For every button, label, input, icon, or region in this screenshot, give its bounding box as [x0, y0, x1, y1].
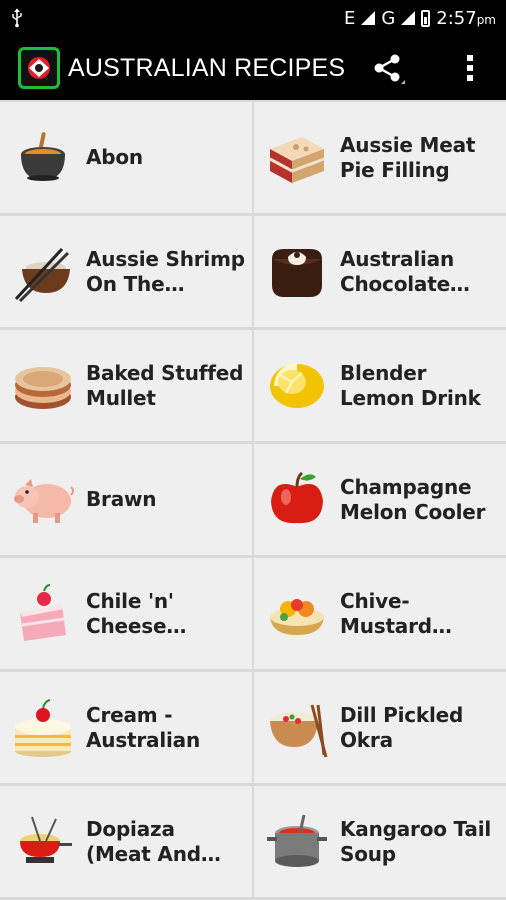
battery-icon: [421, 9, 431, 27]
pancakes-icon: [10, 353, 76, 419]
recipe-card[interactable]: Cream - Australian: [0, 672, 252, 783]
signal-icon: [361, 11, 376, 25]
recipe-label: Aussie Meat Pie Filling: [340, 132, 476, 182]
app-bar: AUSTRALIAN RECIPES: [0, 36, 506, 100]
clock: 2:57pm: [436, 7, 496, 29]
status-bar: E G 2:57pm: [0, 0, 506, 36]
noodle-bowl-icon: [264, 695, 330, 761]
stock-pot-icon: [264, 809, 330, 875]
apple-icon: [264, 467, 330, 533]
recipe-label: Blender Lemon Drink: [340, 360, 481, 410]
recipe-card[interactable]: Champagne Melon Cooler: [254, 444, 506, 555]
fruit-tart-icon: [264, 581, 330, 647]
cream-cake-icon: [10, 695, 76, 761]
app-logo-mark: [28, 57, 50, 79]
signal-icon-2: [401, 11, 416, 25]
rice-bowl-icon: [10, 239, 76, 305]
recipe-label: Dill Pickled Okra: [340, 702, 464, 752]
recipe-card[interactable]: Dill Pickled Okra: [254, 672, 506, 783]
recipe-label: Kangaroo Tail Soup: [340, 816, 492, 866]
recipe-grid: Abon Aussie Meat Pie Filling Aussie Shri…: [0, 100, 506, 897]
recipe-label: Baked Stuffed Mullet: [86, 360, 244, 410]
recipe-label: Dopiaza (Meat And Onion…: [86, 816, 201, 866]
recipe-label: Australian Chocolate…: [340, 246, 470, 296]
recipe-card[interactable]: Chile 'n' Cheese Breakfast…: [0, 558, 252, 669]
recipe-card[interactable]: Baked Stuffed Mullet: [0, 330, 252, 441]
overflow-menu-button[interactable]: [450, 48, 490, 88]
cake-slice-icon: [264, 125, 330, 191]
network-type-label: E: [343, 7, 356, 29]
status-left: [10, 8, 24, 28]
recipe-label: Champagne Melon Cooler: [340, 474, 486, 524]
network-type-label-2: G: [381, 7, 396, 29]
recipe-card[interactable]: Brawn: [0, 444, 252, 555]
recipe-label: Aussie Shrimp On The Barbie…: [86, 246, 245, 296]
recipe-card[interactable]: Blender Lemon Drink: [254, 330, 506, 441]
recipe-card[interactable]: Kangaroo Tail Soup: [254, 786, 506, 897]
recipe-card[interactable]: Abon: [0, 102, 252, 213]
recipe-label: Brawn: [86, 487, 157, 511]
chocolate-icon: [264, 239, 330, 305]
lemon-icon: [264, 353, 330, 419]
pig-icon: [10, 467, 76, 533]
status-right: E G 2:57pm: [344, 8, 496, 29]
usb-icon: [12, 8, 22, 28]
fondue-pot-icon: [10, 809, 76, 875]
more-vert-icon: [467, 55, 473, 81]
recipe-card[interactable]: Chive-Mustard Potato Salad…: [254, 558, 506, 669]
share-icon: [374, 54, 405, 84]
recipe-label: Chive-Mustard Potato Salad…: [340, 588, 432, 638]
app-title: AUSTRALIAN RECIPES: [68, 53, 346, 82]
recipe-card[interactable]: Australian Chocolate…: [254, 216, 506, 327]
recipe-card[interactable]: Aussie Shrimp On The Barbie…: [0, 216, 252, 327]
share-button[interactable]: [368, 48, 408, 88]
strawberry-cake-icon: [10, 581, 76, 647]
app-logo-icon[interactable]: [18, 47, 60, 89]
recipe-card[interactable]: Aussie Meat Pie Filling: [254, 102, 506, 213]
soup-pot-icon: [10, 125, 76, 191]
recipe-card[interactable]: Dopiaza (Meat And Onion…: [0, 786, 252, 897]
recipe-label: Chile 'n' Cheese Breakfast…: [86, 588, 174, 638]
recipe-label: Cream - Australian: [86, 702, 200, 752]
recipe-label: Abon: [86, 145, 143, 169]
